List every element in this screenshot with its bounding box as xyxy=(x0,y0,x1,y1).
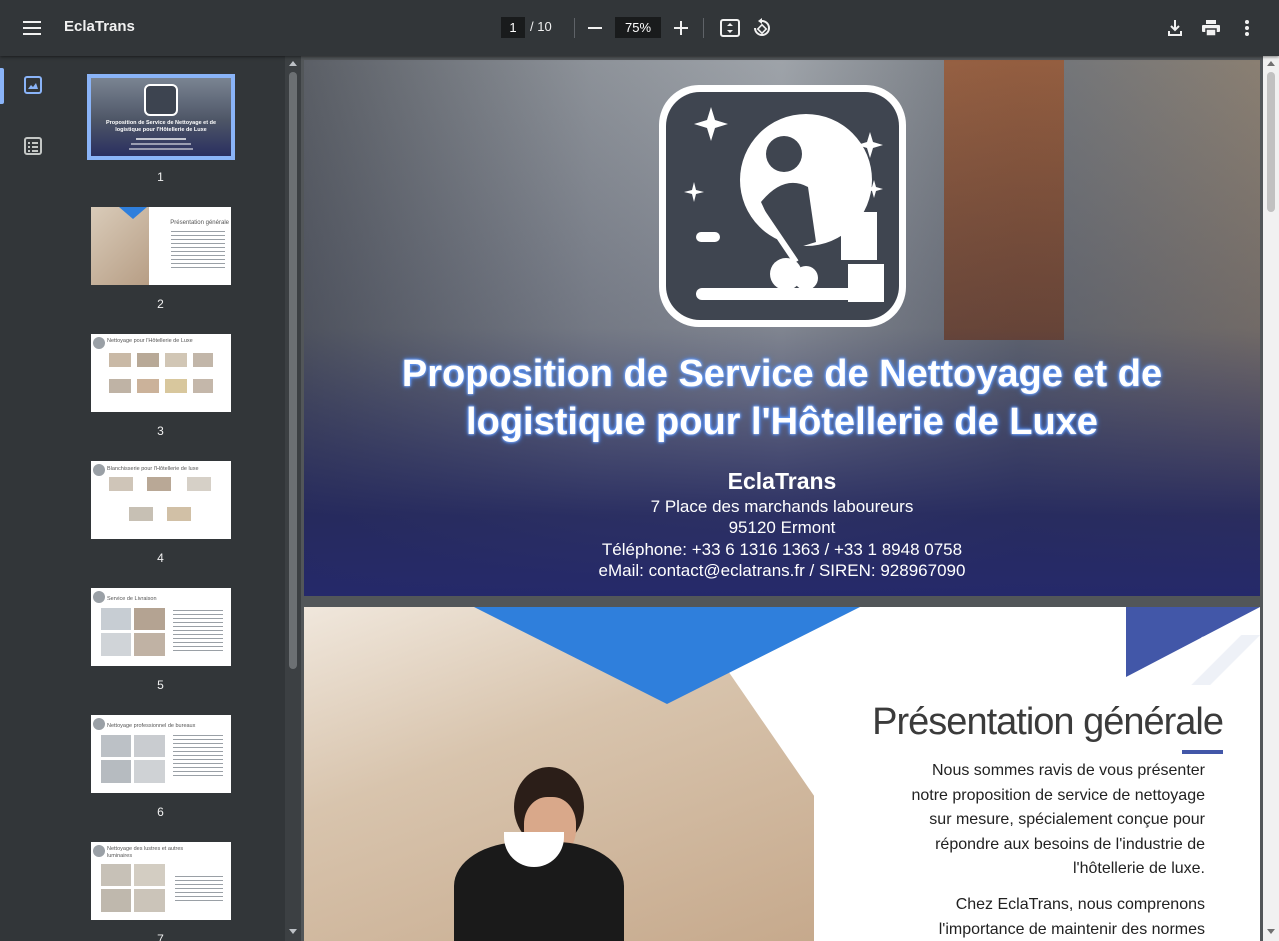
thumbnail-view-icon[interactable] xyxy=(24,76,42,99)
page-thumbnail[interactable]: Nettoyage pour l'Hôtellerie de Luxe xyxy=(91,334,231,412)
second-paragraph: Chez EclaTrans, nous comprenons l'import… xyxy=(865,893,1205,941)
thumbnail-page-number: 2 xyxy=(157,297,164,311)
toolbar-divider xyxy=(703,18,704,38)
company-email: eMail: contact@eclatrans.fr / SIREN: 928… xyxy=(598,561,966,580)
scroll-down-arrow-icon[interactable] xyxy=(289,929,297,934)
page-thumbnail[interactable]: Nettoyage professionnel de bureaux xyxy=(91,715,231,793)
page-number-input[interactable]: 1 xyxy=(501,17,525,38)
thumbnail-page-number: 3 xyxy=(157,424,164,438)
thumbnail-sidebar: Proposition de Service de Nettoyage et d… xyxy=(0,56,285,941)
thumbnail-page-number: 6 xyxy=(157,805,164,819)
cleaning-person-logo-icon xyxy=(666,92,899,320)
paragraph-line: l'hôtellerie de luxe. xyxy=(1072,860,1205,877)
zoom-level-input[interactable]: 75% xyxy=(615,17,661,38)
download-icon xyxy=(1168,20,1182,36)
page-thumbnail[interactable]: Nettoyage des lustres et autres luminair… xyxy=(91,842,231,920)
minus-icon xyxy=(588,27,602,29)
page-number-badge: 2 xyxy=(1199,634,1210,655)
thumbnail-page-number: 1 xyxy=(157,170,164,184)
document-scrollbar-thumb[interactable] xyxy=(1267,72,1275,212)
rotate-counterclockwise-icon xyxy=(754,18,770,36)
pdf-page-1: Proposition de Service de Nettoyage et d… xyxy=(304,60,1260,596)
page-thumbnail[interactable]: Proposition de Service de Nettoyage et d… xyxy=(87,74,235,160)
paragraph-line: répondre aux besoins de l'industrie de xyxy=(935,835,1205,853)
document-scrollbar[interactable] xyxy=(1263,56,1279,941)
download-button[interactable] xyxy=(1155,8,1195,48)
company-address: 7 Place des marchands laboureurs xyxy=(650,497,914,516)
sidebar-scrollbar-thumb[interactable] xyxy=(289,72,297,669)
page-thumbnail[interactable]: Présentation générale xyxy=(91,207,231,285)
pdf-toolbar: EclaTrans 1 / 10 75% xyxy=(0,0,1279,56)
thumbnail-heading: Nettoyage pour l'Hôtellerie de Luxe xyxy=(107,338,193,344)
heading-underline xyxy=(1182,750,1223,754)
zoom-out-button[interactable] xyxy=(575,8,615,48)
company-phone: Téléphone: +33 6 1316 1363 / +33 1 8948 … xyxy=(601,540,963,559)
thumbnail-heading: Service de Livraison xyxy=(107,596,157,602)
thumbnail-page-number: 7 xyxy=(157,932,164,941)
scroll-up-arrow-icon[interactable] xyxy=(1267,61,1275,66)
outline-view-icon[interactable] xyxy=(24,137,42,160)
page-thumbnail[interactable]: Blanchisserie pour l'Hôtellerie de luxe xyxy=(91,461,231,539)
scroll-down-arrow-icon[interactable] xyxy=(1267,929,1275,934)
cover-title-line-2: logistique pour l'Hôtellerie de Luxe xyxy=(466,401,1098,443)
thumbnail-heading: Nettoyage des lustres et autres luminair… xyxy=(107,846,184,859)
paragraph-line: notre proposition de service de nettoyag… xyxy=(911,786,1205,804)
intro-paragraph: Nous sommes ravis de vous présenter notr… xyxy=(865,759,1205,882)
thumbnail-heading: Nettoyage professionnel de bureaux xyxy=(107,723,196,729)
page-total: / 10 xyxy=(530,19,552,34)
print-icon xyxy=(1202,20,1220,36)
hamburger-menu-icon[interactable] xyxy=(12,8,52,48)
cover-title: Proposition de Service de Nettoyage et d… xyxy=(304,350,1260,446)
thumbnail-list: Proposition de Service de Nettoyage et d… xyxy=(68,56,253,941)
more-vertical-icon xyxy=(1245,20,1249,36)
more-options-button[interactable] xyxy=(1227,8,1267,48)
print-button[interactable] xyxy=(1191,8,1231,48)
document-title: EclaTrans xyxy=(64,18,135,35)
paragraph-line: Chez EclaTrans, nous comprenons xyxy=(955,896,1205,913)
thumbnail-heading: Présentation générale xyxy=(170,220,229,226)
paragraph-line: sur mesure, spécialement conçue pour xyxy=(929,811,1205,828)
page-heading: Présentation générale xyxy=(872,701,1224,743)
thumbnail-heading: Proposition de Service de Nettoyage et d… xyxy=(105,120,217,133)
thumbnail-heading: Blanchisserie pour l'Hôtellerie de luxe xyxy=(107,466,199,472)
page-thumbnail[interactable]: Service de Livraison xyxy=(91,588,231,666)
sidebar-scrollbar[interactable] xyxy=(285,56,301,941)
paragraph-line: l'importance de maintenir des normes xyxy=(938,920,1205,938)
view-selected-indicator xyxy=(0,68,4,104)
scroll-up-arrow-icon[interactable] xyxy=(289,61,297,66)
zoom-in-button[interactable] xyxy=(661,8,701,48)
cover-title-line-1: Proposition de Service de Nettoyage et d… xyxy=(401,353,1163,395)
fit-to-page-icon xyxy=(720,19,740,37)
paragraph-line: Nous sommes ravis de vous présenter xyxy=(932,762,1205,779)
company-city: 95120 Ermont xyxy=(728,518,836,537)
plus-icon xyxy=(674,21,688,35)
rotate-button[interactable] xyxy=(742,8,782,48)
company-name: EclaTrans xyxy=(727,468,837,494)
thumbnail-page-number: 4 xyxy=(157,551,164,565)
thumbnail-page-number: 5 xyxy=(157,678,164,692)
pdf-page-2: 2 Présentation générale Nous sommes ravi… xyxy=(304,607,1260,941)
